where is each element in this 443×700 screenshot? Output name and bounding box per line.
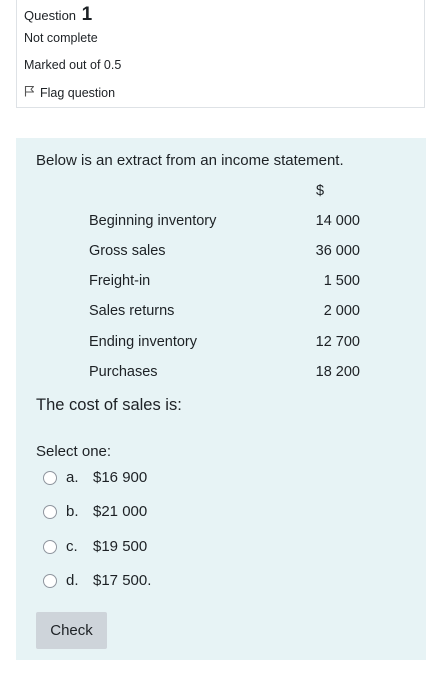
flag-icon xyxy=(24,85,40,100)
row-label-sales-returns: Sales returns xyxy=(89,303,175,319)
check-button[interactable]: Check xyxy=(36,612,107,649)
row-label-gross-sales: Gross sales xyxy=(89,243,166,259)
flag-question-label: Flag question xyxy=(40,85,116,100)
option-text-d: $17 500. xyxy=(93,572,152,589)
row-value-purchases: 18 200 xyxy=(315,364,360,380)
radio-button-b[interactable] xyxy=(43,504,57,519)
option-text-b: $21 000 xyxy=(93,503,148,520)
question-prompt: The cost of sales is: xyxy=(36,396,182,414)
flag-question-link[interactable]: Flag question xyxy=(24,85,115,100)
row-label-beginning-inventory: Beginning inventory xyxy=(89,213,217,229)
answer-option-a[interactable]: a. $16 900 xyxy=(43,469,147,486)
answer-option-b[interactable]: b. $21 000 xyxy=(43,503,147,520)
option-letter-a: a. xyxy=(66,469,79,486)
row-value-beginning-inventory: 14 000 xyxy=(315,213,360,229)
option-letter-c: c. xyxy=(66,538,78,555)
option-text-a: $16 900 xyxy=(93,469,148,486)
row-label-freight-in: Freight-in xyxy=(89,273,151,289)
question-intro: Below is an extract from an income state… xyxy=(36,152,344,169)
row-value-freight-in: 1 500 xyxy=(323,273,360,289)
question-label: Question xyxy=(24,8,77,23)
radio-button-d[interactable] xyxy=(43,573,57,588)
question-state: Not complete xyxy=(24,31,98,45)
question-heading: Question 1 xyxy=(24,4,92,26)
row-value-gross-sales: 36 000 xyxy=(315,243,360,259)
answer-option-c[interactable]: c. $19 500 xyxy=(43,538,147,555)
row-value-ending-inventory: 12 700 xyxy=(315,334,360,350)
row-value-sales-returns: 2 000 xyxy=(323,303,360,319)
question-content: Below is an extract from an income state… xyxy=(16,138,426,660)
option-letter-d: d. xyxy=(66,572,79,589)
radio-button-a[interactable] xyxy=(43,470,57,485)
row-label-purchases: Purchases xyxy=(89,364,158,380)
row-label-ending-inventory: Ending inventory xyxy=(89,334,198,350)
currency-header: $ xyxy=(316,183,325,199)
question-grade: Marked out of 0.5 xyxy=(24,58,122,72)
option-letter-b: b. xyxy=(66,503,79,520)
option-text-c: $19 500 xyxy=(93,538,148,555)
question-info-panel: Question 1 Not complete Marked out of 0.… xyxy=(16,0,425,108)
question-number: 1 xyxy=(81,4,93,25)
answer-option-d[interactable]: d. $17 500. xyxy=(43,572,151,589)
select-one-label: Select one: xyxy=(36,443,112,460)
radio-button-c[interactable] xyxy=(43,539,57,554)
